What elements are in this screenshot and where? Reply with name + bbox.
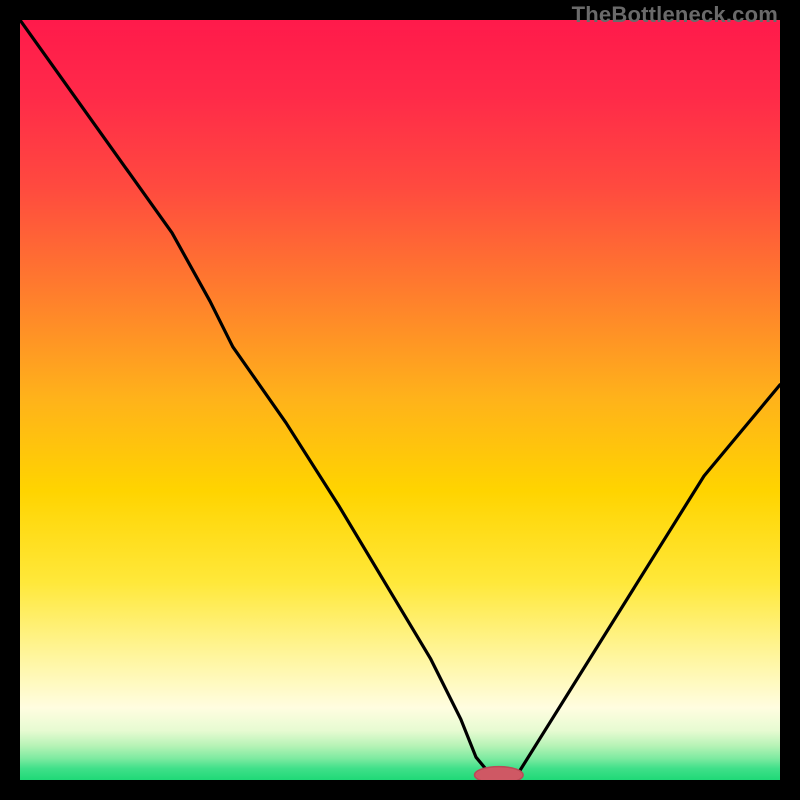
chart-frame: TheBottleneck.com (0, 0, 800, 800)
optimal-marker (475, 767, 524, 780)
plot-area (20, 20, 780, 780)
optimal-point-icon (475, 767, 524, 780)
gradient-background (20, 20, 780, 780)
bottleneck-plot-svg (20, 20, 780, 780)
watermark-label: TheBottleneck.com (572, 2, 778, 28)
